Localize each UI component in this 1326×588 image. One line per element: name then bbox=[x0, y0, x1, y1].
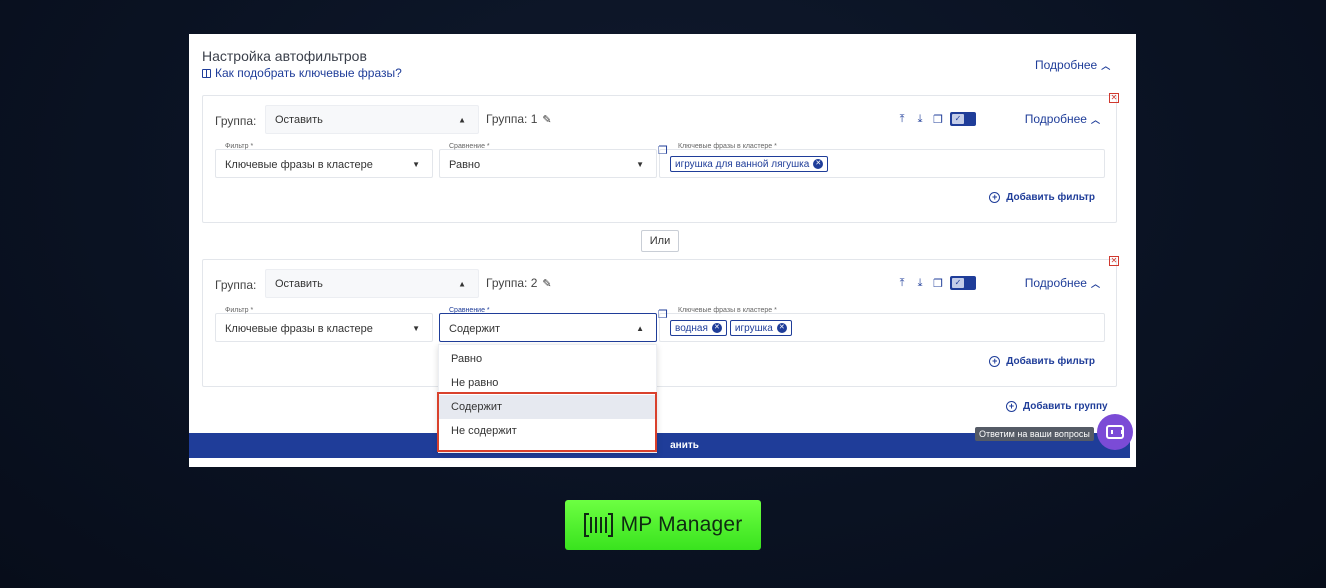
filter-group-2: Группа: Оставить ▲ Группа: 2 ✎ ⤒ ⤓ ❐ ✓ П… bbox=[202, 259, 1117, 387]
pencil-icon[interactable]: ✎ bbox=[542, 277, 551, 290]
caret-down-icon: ▼ bbox=[412, 160, 420, 169]
caret-down-icon: ▼ bbox=[412, 324, 420, 333]
group-tools: ⤒ ⤓ ❐ ✓ bbox=[896, 112, 976, 126]
chat-icon bbox=[1106, 425, 1124, 439]
group-more-button[interactable]: Подробнее ︿ bbox=[1025, 112, 1100, 126]
chip-label: водная bbox=[675, 322, 708, 334]
remove-chip-icon[interactable]: ✕ bbox=[776, 323, 787, 333]
copy-icon[interactable]: ❐ bbox=[658, 308, 668, 321]
keyword-chip[interactable]: водная ✕ bbox=[670, 320, 727, 336]
filter-group-1: Группа: Оставить ▲ Группа: 1 ✎ ⤒ ⤓ ❐ ✓ П… bbox=[202, 95, 1117, 223]
copy-icon[interactable]: ❐ bbox=[658, 144, 668, 157]
group-label: Группа: bbox=[215, 278, 257, 292]
group-more-button[interactable]: Подробнее ︿ bbox=[1025, 276, 1100, 290]
check-icon: ✓ bbox=[952, 114, 964, 124]
group-tools: ⤒ ⤓ ❐ ✓ bbox=[896, 276, 976, 290]
remove-group-1-icon[interactable]: ✕ bbox=[1109, 93, 1119, 103]
group-name-label: Группа: 1 bbox=[486, 112, 538, 126]
add-group-button[interactable]: + Добавить группу bbox=[1006, 401, 1108, 412]
filter-value: Ключевые фразы в кластере bbox=[225, 323, 373, 335]
filter-select[interactable]: Фильтр * Ключевые фразы в кластере ▼ bbox=[215, 307, 433, 342]
group-toggle[interactable]: ✓ bbox=[950, 112, 976, 126]
filter-value: Ключевые фразы в кластере bbox=[225, 159, 373, 171]
filter-select[interactable]: Фильтр * Ключевые фразы в кластере ▼ bbox=[215, 143, 433, 178]
panel-more-button[interactable]: Подробнее ︿ bbox=[1035, 58, 1110, 72]
chip-label: игрушка для ванной лягушка bbox=[675, 158, 810, 170]
filter-label: Фильтр * bbox=[225, 307, 254, 314]
filter-label: Фильтр * bbox=[225, 143, 254, 150]
chevron-up-icon: ︿ bbox=[1101, 60, 1111, 71]
plus-circle-icon: + bbox=[989, 356, 1001, 367]
compare-select[interactable]: Сравнение * Содержит ▲ bbox=[439, 307, 657, 342]
group-more-label: Подробнее bbox=[1024, 276, 1087, 290]
panel-more-label: Подробнее bbox=[1035, 58, 1098, 72]
copy-icon[interactable]: ❐ bbox=[932, 113, 944, 126]
download-icon[interactable]: ⤓ bbox=[914, 113, 926, 126]
keywords-field[interactable]: ❐ Ключевые фразы в кластере * игрушка дл… bbox=[658, 143, 1105, 178]
group-label: Группа: bbox=[215, 114, 257, 128]
add-filter-button[interactable]: + Добавить фильтр bbox=[989, 356, 1095, 367]
chip-label: игрушка bbox=[734, 322, 773, 334]
keyword-chips: водная ✕ игрушка ✕ bbox=[670, 320, 792, 336]
brand-name: MP Manager bbox=[620, 513, 743, 536]
group-toggle[interactable]: ✓ bbox=[950, 276, 976, 290]
group-more-label: Подробнее bbox=[1024, 112, 1087, 126]
caret-up-icon: ▲ bbox=[458, 279, 466, 288]
compare-label: Сравнение * bbox=[449, 307, 490, 314]
dropdown-option[interactable]: Равно bbox=[439, 347, 656, 371]
highlight-box bbox=[437, 392, 657, 452]
keywords-field[interactable]: ❐ Ключевые фразы в кластере * водная ✕ и… bbox=[658, 307, 1105, 342]
keyword-chip[interactable]: игрушка ✕ bbox=[729, 320, 792, 336]
compare-select[interactable]: Сравнение * Равно ▼ bbox=[439, 143, 657, 178]
panel-title: Настройка автофильтров bbox=[202, 48, 367, 64]
keyword-chip[interactable]: игрушка для ванной лягушка ✕ bbox=[670, 156, 829, 172]
remove-chip-icon[interactable]: ✕ bbox=[711, 323, 722, 333]
group-action-value: Оставить bbox=[275, 113, 323, 126]
add-filter-button[interactable]: + Добавить фильтр bbox=[989, 192, 1095, 203]
compare-value: Содержит bbox=[449, 323, 501, 335]
chevron-up-icon: ︿ bbox=[1090, 278, 1100, 289]
chevron-up-icon: ︿ bbox=[1090, 114, 1100, 125]
remove-group-2-icon[interactable]: ✕ bbox=[1109, 256, 1119, 266]
pencil-icon[interactable]: ✎ bbox=[542, 113, 551, 126]
group-name-label: Группа: 2 bbox=[486, 276, 538, 290]
check-icon: ✓ bbox=[952, 278, 964, 288]
add-group-label: Добавить группу bbox=[1023, 401, 1108, 412]
brand-logo: MP Manager bbox=[565, 500, 761, 550]
add-filter-label: Добавить фильтр bbox=[1006, 192, 1095, 203]
copy-icon[interactable]: ❐ bbox=[932, 277, 944, 290]
keywords-label: Ключевые фразы в кластере * bbox=[678, 307, 777, 314]
caret-up-icon: ▲ bbox=[458, 115, 466, 124]
book-icon bbox=[202, 68, 211, 78]
plus-circle-icon: + bbox=[989, 192, 1001, 203]
plus-circle-icon: + bbox=[1006, 401, 1017, 412]
keyword-chips: игрушка для ванной лягушка ✕ bbox=[670, 156, 829, 172]
barcode-icon bbox=[583, 513, 613, 537]
autofilter-screen: Настройка автофильтров Как подобрать клю… bbox=[189, 34, 1136, 467]
upload-icon[interactable]: ⤒ bbox=[896, 113, 908, 126]
caret-up-icon: ▲ bbox=[636, 324, 644, 333]
save-label: анить bbox=[670, 440, 699, 451]
compare-value: Равно bbox=[449, 159, 481, 171]
keywords-label: Ключевые фразы в кластере * bbox=[678, 143, 777, 150]
help-tooltip: Ответим на ваши вопросы bbox=[975, 427, 1094, 441]
remove-chip-icon[interactable]: ✕ bbox=[813, 159, 824, 169]
group-name: Группа: 2 ✎ bbox=[486, 276, 552, 290]
chat-help-button[interactable] bbox=[1097, 414, 1133, 450]
group-action-select[interactable]: Оставить ▲ bbox=[265, 105, 479, 134]
caret-down-icon: ▼ bbox=[636, 160, 644, 169]
group-name: Группа: 1 ✎ bbox=[486, 112, 552, 126]
group-action-value: Оставить bbox=[275, 277, 323, 290]
download-icon[interactable]: ⤓ bbox=[914, 277, 926, 290]
upload-icon[interactable]: ⤒ bbox=[896, 277, 908, 290]
compare-label: Сравнение * bbox=[449, 143, 490, 150]
or-button[interactable]: Или bbox=[641, 230, 679, 252]
howto-link[interactable]: Как подобрать ключевые фразы? bbox=[202, 66, 402, 80]
howto-link-label: Как подобрать ключевые фразы? bbox=[215, 66, 402, 80]
add-filter-label: Добавить фильтр bbox=[1006, 356, 1095, 367]
group-action-select[interactable]: Оставить ▲ bbox=[265, 269, 479, 298]
